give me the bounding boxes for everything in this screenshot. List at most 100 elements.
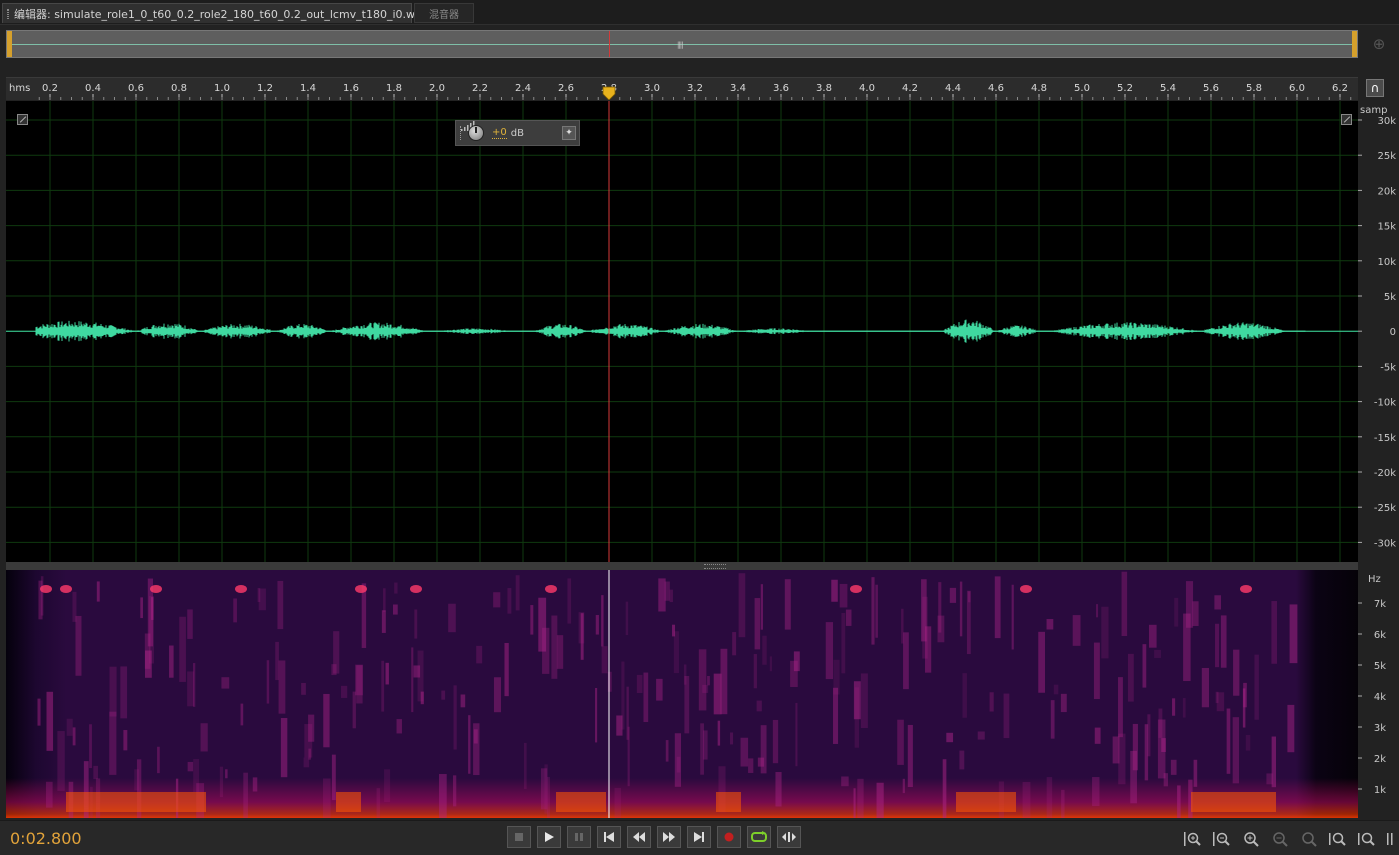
amplitude-label: 25k — [1377, 151, 1396, 162]
panel-splitter[interactable] — [6, 562, 1358, 570]
spectral-energy — [381, 660, 385, 712]
spectral-low-band — [1191, 792, 1276, 812]
zoom-out-time-button[interactable] — [1270, 830, 1290, 848]
zoom-out-selection-button[interactable] — [1357, 830, 1377, 848]
spectral-energy — [243, 772, 248, 818]
zoom-in-selection-button[interactable] — [1328, 830, 1348, 848]
spectral-energy — [753, 654, 757, 689]
ruler-tick-label: 0.4 — [85, 83, 101, 94]
time-ruler[interactable]: hms 0.2 0.4 0.6 0.8 1.0 1.2 1.4 1.6 1.8 2.0 2.2 2.4 2… — [6, 77, 1358, 100]
overview-navigator[interactable]: |||| — [6, 30, 1358, 58]
ruler-tick-label: 1.6 — [343, 83, 359, 94]
zoom-full-button[interactable] — [1299, 830, 1319, 848]
spectral-energy — [713, 673, 722, 715]
spectral-energy — [994, 576, 1001, 639]
current-time-display[interactable]: 0:02.800 — [10, 829, 82, 848]
zoom-in-amplitude-button[interactable] — [1183, 830, 1203, 848]
rewind-button[interactable] — [627, 826, 651, 848]
ruler-tick-label: 4.8 — [1031, 83, 1047, 94]
spectral-energy — [278, 660, 286, 714]
skip-selection-button[interactable] — [777, 826, 801, 848]
gain-knob-icon[interactable] — [468, 125, 484, 141]
gain-hud[interactable]: +0 dB ✦ — [455, 120, 580, 146]
overview-playhead — [609, 31, 610, 57]
record-button[interactable] — [717, 826, 741, 848]
amplitude-scale[interactable]: samp 30k 25k 20k 15k 10k 5k 0 -5k -10k -15k -20k -25… — [1358, 101, 1399, 562]
ruler-tick-label: 4.6 — [988, 83, 1004, 94]
spectral-energy — [323, 778, 331, 818]
overview-grip[interactable]: |||| — [677, 41, 684, 49]
spectral-energy — [567, 578, 572, 624]
frequency-scale[interactable]: Hz 7k 6k 5k 4k 3k 2k 1k — [1358, 570, 1399, 818]
spectral-energy — [280, 718, 288, 778]
go-to-end-button[interactable] — [687, 826, 711, 848]
spectral-energy — [1214, 595, 1221, 610]
spectral-energy — [530, 605, 534, 635]
magnet-snap-icon[interactable]: ∩ — [1366, 79, 1384, 97]
ruler-tick-label: 3.8 — [816, 83, 832, 94]
pause-button[interactable] — [567, 826, 591, 848]
overview-right-handle[interactable] — [1352, 31, 1357, 57]
spectral-hotspot — [850, 585, 862, 593]
spectral-energy — [989, 692, 994, 712]
gain-value[interactable]: +0 — [492, 127, 507, 139]
spectral-energy — [441, 690, 446, 700]
loop-button[interactable] — [747, 826, 771, 848]
amplitude-label: -10k — [1374, 398, 1396, 409]
spectral-energy — [252, 777, 258, 792]
spectral-energy — [1226, 708, 1231, 774]
spectral-energy — [1060, 693, 1067, 713]
panel-grip[interactable] — [7, 8, 9, 19]
spectral-energy — [200, 723, 208, 752]
spectral-energy — [540, 768, 548, 810]
pin-icon[interactable]: ✦ — [562, 126, 576, 140]
play-icon — [545, 832, 554, 842]
spectral-energy — [658, 578, 666, 612]
spectral-energy — [665, 740, 669, 762]
zoom-out-icon — [1273, 832, 1288, 847]
overview-left-handle[interactable] — [7, 31, 12, 57]
fast-forward-button[interactable] — [657, 826, 681, 848]
spectral-energy — [417, 650, 424, 702]
spectral-hotspot — [410, 585, 422, 593]
spectral-energy — [938, 582, 942, 633]
ruler-tick-label: 3.4 — [730, 83, 746, 94]
editor-tab[interactable]: 编辑器: simulate_role1_0_t60_0.2_role2_180_… — [2, 3, 457, 23]
zoom-navigator-icon[interactable]: ⊕ — [1371, 36, 1387, 52]
go-to-start-button[interactable] — [597, 826, 621, 848]
stop-button[interactable] — [507, 826, 531, 848]
spectral-energy — [392, 604, 398, 615]
spectral-energy — [1289, 604, 1298, 664]
spectral-energy — [46, 691, 54, 751]
waveform-display[interactable]: +0 dB ✦ — [6, 101, 1358, 562]
spectral-energy — [1154, 649, 1161, 658]
waveform-canvas — [6, 101, 1358, 562]
spectral-energy — [396, 719, 402, 734]
spectral-energy — [169, 645, 174, 678]
spectral-energy — [962, 673, 967, 718]
play-button[interactable] — [537, 826, 561, 848]
resize-corner-icon[interactable] — [17, 114, 28, 125]
zoom-selection-out-icon — [1358, 832, 1375, 846]
spectral-frequency-display[interactable] — [6, 570, 1358, 818]
amplitude-label: 15k — [1377, 222, 1396, 233]
spectral-energy — [96, 581, 100, 602]
spectral-energy — [1185, 581, 1194, 628]
resize-corner-icon[interactable] — [1341, 114, 1352, 125]
zoom-out-amplitude-button[interactable] — [1212, 830, 1232, 848]
zoom-more-button[interactable] — [1386, 830, 1398, 848]
spectral-low-band — [66, 792, 206, 812]
spectral-energy — [331, 754, 336, 801]
spectral-energy — [949, 587, 957, 603]
mixer-tab[interactable]: 混音器 — [414, 3, 474, 23]
splitter-grip[interactable] — [704, 564, 726, 569]
amplitude-label: 20k — [1377, 186, 1396, 197]
spectral-energy — [1242, 688, 1246, 728]
spectral-energy — [700, 723, 704, 775]
ruler-tick-label: 5.2 — [1117, 83, 1133, 94]
amplitude-label: -15k — [1374, 433, 1396, 444]
ruler-tick-label: 5.6 — [1203, 83, 1219, 94]
ruler-tick-label: 3.6 — [773, 83, 789, 94]
zoom-in-time-button[interactable] — [1241, 830, 1261, 848]
spectral-energy — [959, 581, 963, 637]
